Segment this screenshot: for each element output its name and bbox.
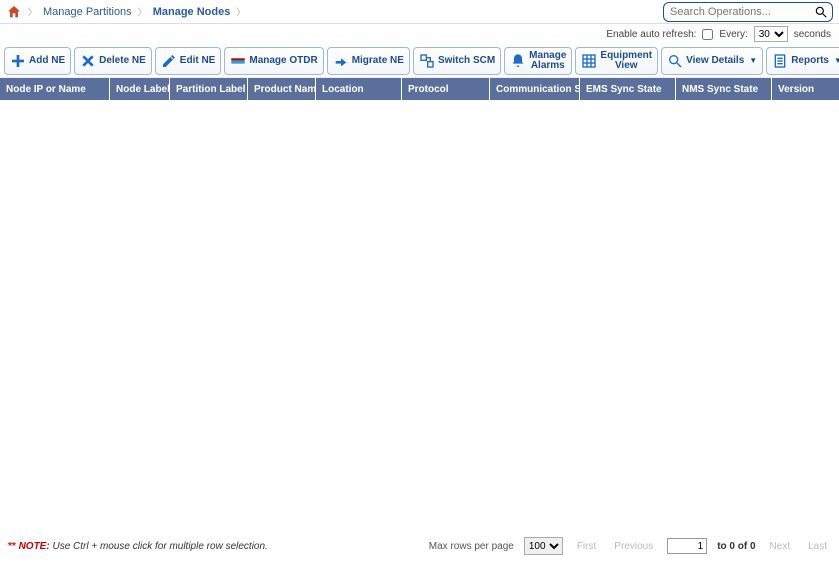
- breadcrumb-separator: 〉: [28, 5, 37, 18]
- grid-icon: [581, 53, 597, 69]
- col-ems-sync[interactable]: EMS Sync State: [580, 78, 676, 100]
- chevron-down-icon: ▼: [749, 57, 757, 65]
- search-icon[interactable]: [814, 5, 828, 19]
- document-icon: [772, 53, 788, 69]
- rows-per-page-select[interactable]: 100: [524, 537, 563, 555]
- horizontal-scrollbar[interactable]: [0, 520, 839, 534]
- auto-refresh-checkbox[interactable]: [702, 29, 713, 40]
- migrate-ne-button[interactable]: Migrate NE: [327, 47, 410, 75]
- pencil-icon: [161, 53, 177, 69]
- magnify-icon: [667, 53, 683, 69]
- migrate-icon: [333, 53, 349, 69]
- delete-ne-button[interactable]: Delete NE: [74, 47, 152, 75]
- breadcrumb-separator: 〉: [138, 5, 147, 18]
- table-body: [0, 100, 839, 520]
- switch-scm-button[interactable]: Switch SCM: [413, 47, 501, 75]
- table-header: Node IP or Name Node Label Partition Lab…: [0, 78, 839, 100]
- col-nms-sync[interactable]: NMS Sync State: [676, 78, 772, 100]
- page-number-input[interactable]: [667, 538, 707, 554]
- home-icon[interactable]: [6, 4, 22, 20]
- switch-icon: [419, 53, 435, 69]
- x-icon: [80, 53, 96, 69]
- col-version[interactable]: Version: [772, 78, 839, 100]
- chevron-down-icon: ▼: [834, 57, 839, 65]
- max-rows-label: Max rows per page: [429, 541, 514, 552]
- otdr-icon: [230, 53, 246, 69]
- edit-ne-button[interactable]: Edit NE: [155, 47, 222, 75]
- col-location[interactable]: Location: [316, 78, 402, 100]
- breadcrumb-separator: 〉: [236, 5, 245, 18]
- add-ne-button[interactable]: Add NE: [4, 47, 71, 75]
- plus-icon: [10, 53, 26, 69]
- breadcrumb-manage-partitions[interactable]: Manage Partitions: [43, 6, 132, 18]
- page-last-button[interactable]: Last: [804, 541, 831, 552]
- search-box[interactable]: [663, 2, 833, 22]
- seconds-label: seconds: [794, 29, 831, 40]
- page-next-button[interactable]: Next: [766, 541, 795, 552]
- manage-alarms-button[interactable]: ManageAlarms: [504, 47, 572, 75]
- action-toolbar: Add NE Delete NE Edit NE Manage OTDR Mig…: [0, 44, 839, 78]
- col-node-label[interactable]: Node Label: [110, 78, 170, 100]
- page-prev-button[interactable]: Previous: [610, 541, 657, 552]
- col-partition-label[interactable]: Partition Label: [170, 78, 248, 100]
- auto-refresh-label: Enable auto refresh:: [606, 29, 696, 40]
- refresh-seconds-select[interactable]: 30: [754, 26, 788, 42]
- search-input[interactable]: [670, 6, 814, 18]
- equipment-view-button[interactable]: EquipmentView: [575, 47, 658, 75]
- reports-button[interactable]: Reports ▼: [766, 47, 839, 75]
- col-product-name[interactable]: Product Name: [248, 78, 316, 100]
- page-first-button[interactable]: First: [573, 541, 600, 552]
- footer-note: ** NOTE: Use Ctrl + mouse click for mult…: [8, 541, 268, 552]
- page-total-label: to 0 of 0: [717, 541, 755, 552]
- col-node-ip[interactable]: Node IP or Name: [0, 78, 110, 100]
- col-protocol[interactable]: Protocol: [402, 78, 490, 100]
- every-label: Every:: [719, 29, 747, 40]
- manage-otdr-button[interactable]: Manage OTDR: [224, 47, 323, 75]
- breadcrumb-manage-nodes[interactable]: Manage Nodes: [153, 6, 231, 18]
- col-comm-status[interactable]: Communication Status: [490, 78, 580, 100]
- view-details-button[interactable]: View Details ▼: [661, 47, 763, 75]
- bell-icon: [510, 53, 526, 69]
- breadcrumb: 〉 Manage Partitions 〉 Manage Nodes 〉: [6, 4, 663, 20]
